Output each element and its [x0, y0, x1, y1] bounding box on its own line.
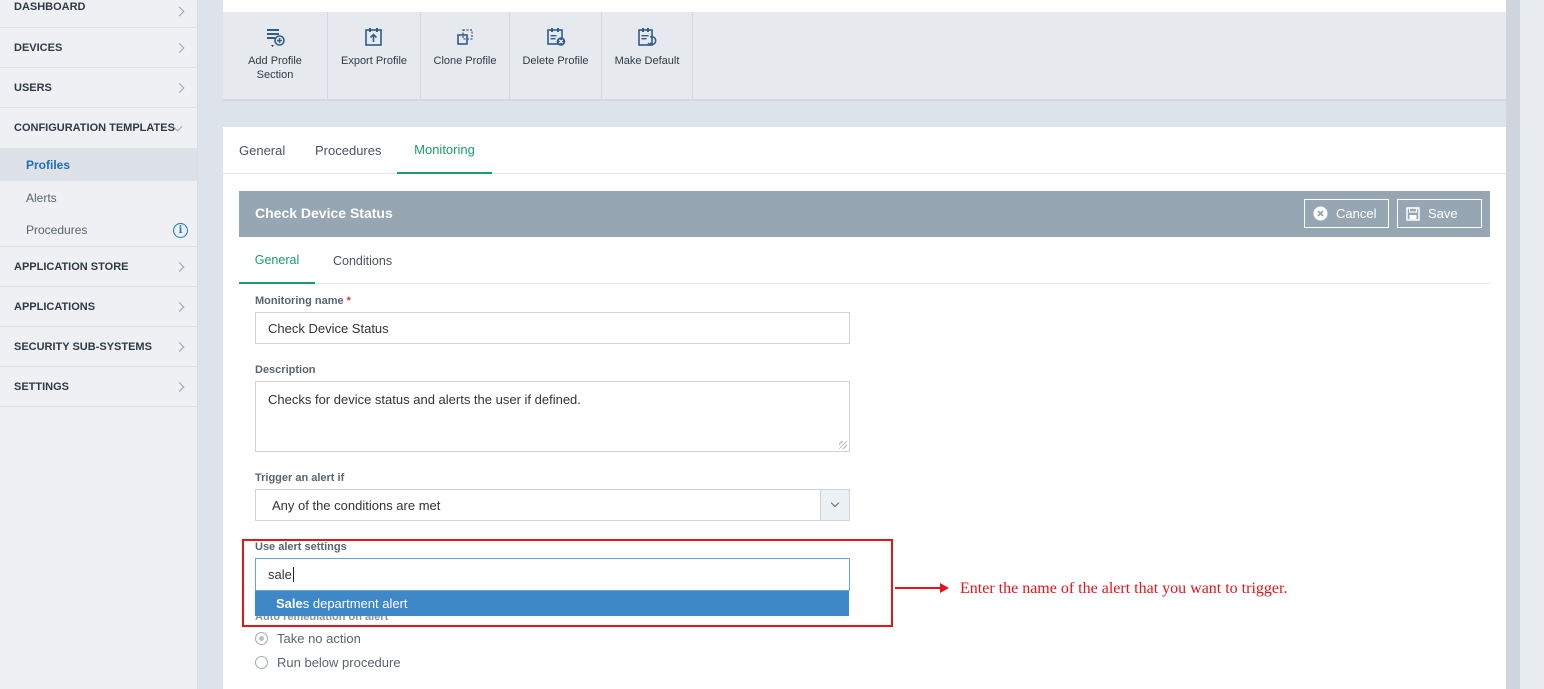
sidebar-item-applications[interactable]: APPLICATIONS — [0, 287, 197, 327]
subtab-general[interactable]: General — [239, 237, 315, 284]
profile-tabs: General Procedures Monitoring — [223, 127, 1506, 174]
toolbar-button-label: Delete Profile — [522, 55, 589, 67]
save-button[interactable]: Save — [1397, 199, 1482, 228]
toolbar-button-label: Make Default — [614, 55, 680, 67]
sidebar-item-label: USERS — [14, 81, 52, 94]
panel-header: Check Device Status Cancel Save — [239, 191, 1490, 237]
chevron-right-icon — [174, 42, 185, 53]
sidebar-item-settings[interactable]: SETTINGS — [0, 367, 197, 407]
export-profile-button[interactable]: Export Profile — [328, 12, 421, 99]
chevron-right-icon — [174, 341, 185, 352]
input-value: Check Device Status — [268, 320, 389, 336]
cancel-button[interactable]: Cancel — [1304, 199, 1389, 228]
sidebar-item-label: SECURITY SUB-SYSTEMS — [14, 340, 152, 353]
monitoring-name-label: Monitoring name * — [255, 295, 351, 307]
monitoring-subtabs: General Conditions — [239, 237, 1490, 284]
sidebar-item-label: SETTINGS — [14, 380, 70, 393]
scrollbar-track[interactable] — [1506, 0, 1520, 689]
toolbar-button-label: Export Profile — [340, 55, 408, 67]
save-label: Save — [1428, 206, 1458, 221]
delete-profile-button[interactable]: Delete Profile — [510, 12, 602, 99]
chevron-down-icon — [830, 498, 840, 508]
sidebar-subitem-label: Profiles — [26, 157, 71, 172]
make-default-icon — [638, 28, 657, 47]
tab-procedures[interactable]: Procedures — [315, 127, 381, 174]
sidebar-subitem-label: Procedures — [26, 223, 88, 237]
subtab-label: Conditions — [333, 253, 393, 268]
subtab-conditions[interactable]: Conditions — [333, 237, 392, 284]
radio-label: Take no action — [277, 631, 361, 646]
add-section-icon — [267, 29, 285, 47]
trigger-label: Trigger an alert if — [255, 472, 345, 484]
info-icon[interactable]: i — [173, 223, 188, 238]
sidebar-subitem-alerts[interactable]: Alerts — [0, 181, 197, 214]
profile-toolbar: Add Profile Section Export Profile Clone … — [223, 12, 1506, 101]
annotation-arrow — [895, 587, 941, 589]
sidebar-subitem-profiles[interactable]: Profiles — [0, 148, 197, 181]
page-scrollbar[interactable] — [1506, 0, 1544, 689]
required-mark: * — [346, 295, 351, 307]
radio-label: Run below procedure — [277, 655, 401, 670]
sidebar-item-dashboard[interactable]: DASHBOARD — [0, 0, 197, 28]
annotation-text: Enter the name of the alert that you wan… — [960, 580, 1288, 597]
radio-button[interactable] — [255, 632, 268, 645]
sidebar-item-label: DEVICES — [14, 41, 63, 54]
sidebar-subitem-procedures[interactable]: Procedures i — [0, 214, 197, 247]
radio-button[interactable] — [255, 656, 268, 669]
chevron-right-icon — [174, 381, 185, 392]
sidebar: DASHBOARD DEVICES USERS CONFIGURATION TE… — [0, 0, 198, 689]
toolbar-button-label: Add Profile Section — [248, 55, 302, 81]
panel-title: Check Device Status — [255, 205, 393, 221]
toolbar-button-label: Clone Profile — [433, 55, 497, 67]
chevron-right-icon — [174, 6, 185, 17]
save-icon — [1406, 206, 1420, 221]
textarea-value: Checks for device status and alerts the … — [268, 392, 581, 407]
sidebar-item-application-store[interactable]: APPLICATION STORE — [0, 247, 197, 287]
annotation-highlight-box — [242, 539, 893, 627]
tab-label: General — [239, 143, 286, 158]
make-default-button[interactable]: Make Default — [602, 12, 693, 99]
sidebar-subitem-label: Alerts — [26, 190, 57, 205]
delete-icon — [546, 28, 565, 46]
radio-take-no-action[interactable]: Take no action — [255, 631, 361, 646]
sidebar-item-label: APPLICATIONS — [14, 300, 96, 313]
tab-monitoring[interactable]: Monitoring — [397, 127, 492, 174]
trigger-select[interactable]: Any of the conditions are met — [255, 489, 850, 521]
resize-grip-icon[interactable] — [839, 441, 847, 449]
sidebar-item-label: DASHBOARD — [14, 1, 86, 13]
cancel-label: Cancel — [1336, 206, 1377, 221]
tab-general[interactable]: General — [239, 127, 285, 174]
monitoring-form: Monitoring name * Check Device Status De… — [239, 284, 1490, 689]
sidebar-item-label: APPLICATION STORE — [14, 260, 129, 273]
chevron-right-icon — [174, 261, 185, 272]
description-textarea[interactable]: Checks for device status and alerts the … — [255, 381, 850, 452]
description-label: Description — [255, 364, 316, 376]
export-icon — [365, 28, 382, 46]
chevron-right-icon — [174, 301, 185, 312]
cancel-icon — [1313, 206, 1328, 221]
sidebar-item-configuration-templates[interactable]: CONFIGURATION TEMPLATES — [0, 108, 197, 148]
tab-label: Monitoring — [414, 142, 475, 157]
sidebar-item-users[interactable]: USERS — [0, 68, 197, 108]
toolbar-top-strip — [223, 0, 1506, 12]
radio-run-below-procedure[interactable]: Run below procedure — [255, 655, 401, 670]
sidebar-item-label: CONFIGURATION TEMPLATES — [14, 122, 175, 134]
clone-profile-button[interactable]: Clone Profile — [421, 12, 510, 99]
annotation-arrow-head — [940, 583, 949, 593]
add-profile-section-button[interactable]: Add Profile Section — [223, 12, 328, 99]
select-value: Any of the conditions are met — [272, 497, 441, 513]
sidebar-item-devices[interactable]: DEVICES — [0, 28, 197, 68]
monitoring-name-input[interactable]: Check Device Status — [255, 312, 850, 344]
subtab-label: General — [254, 252, 300, 267]
clone-icon — [457, 29, 473, 45]
select-arrow[interactable] — [820, 490, 849, 520]
sidebar-item-security-sub-systems[interactable]: SECURITY SUB-SYSTEMS — [0, 327, 197, 367]
chevron-right-icon — [174, 82, 185, 93]
tab-label: Procedures — [315, 143, 382, 158]
